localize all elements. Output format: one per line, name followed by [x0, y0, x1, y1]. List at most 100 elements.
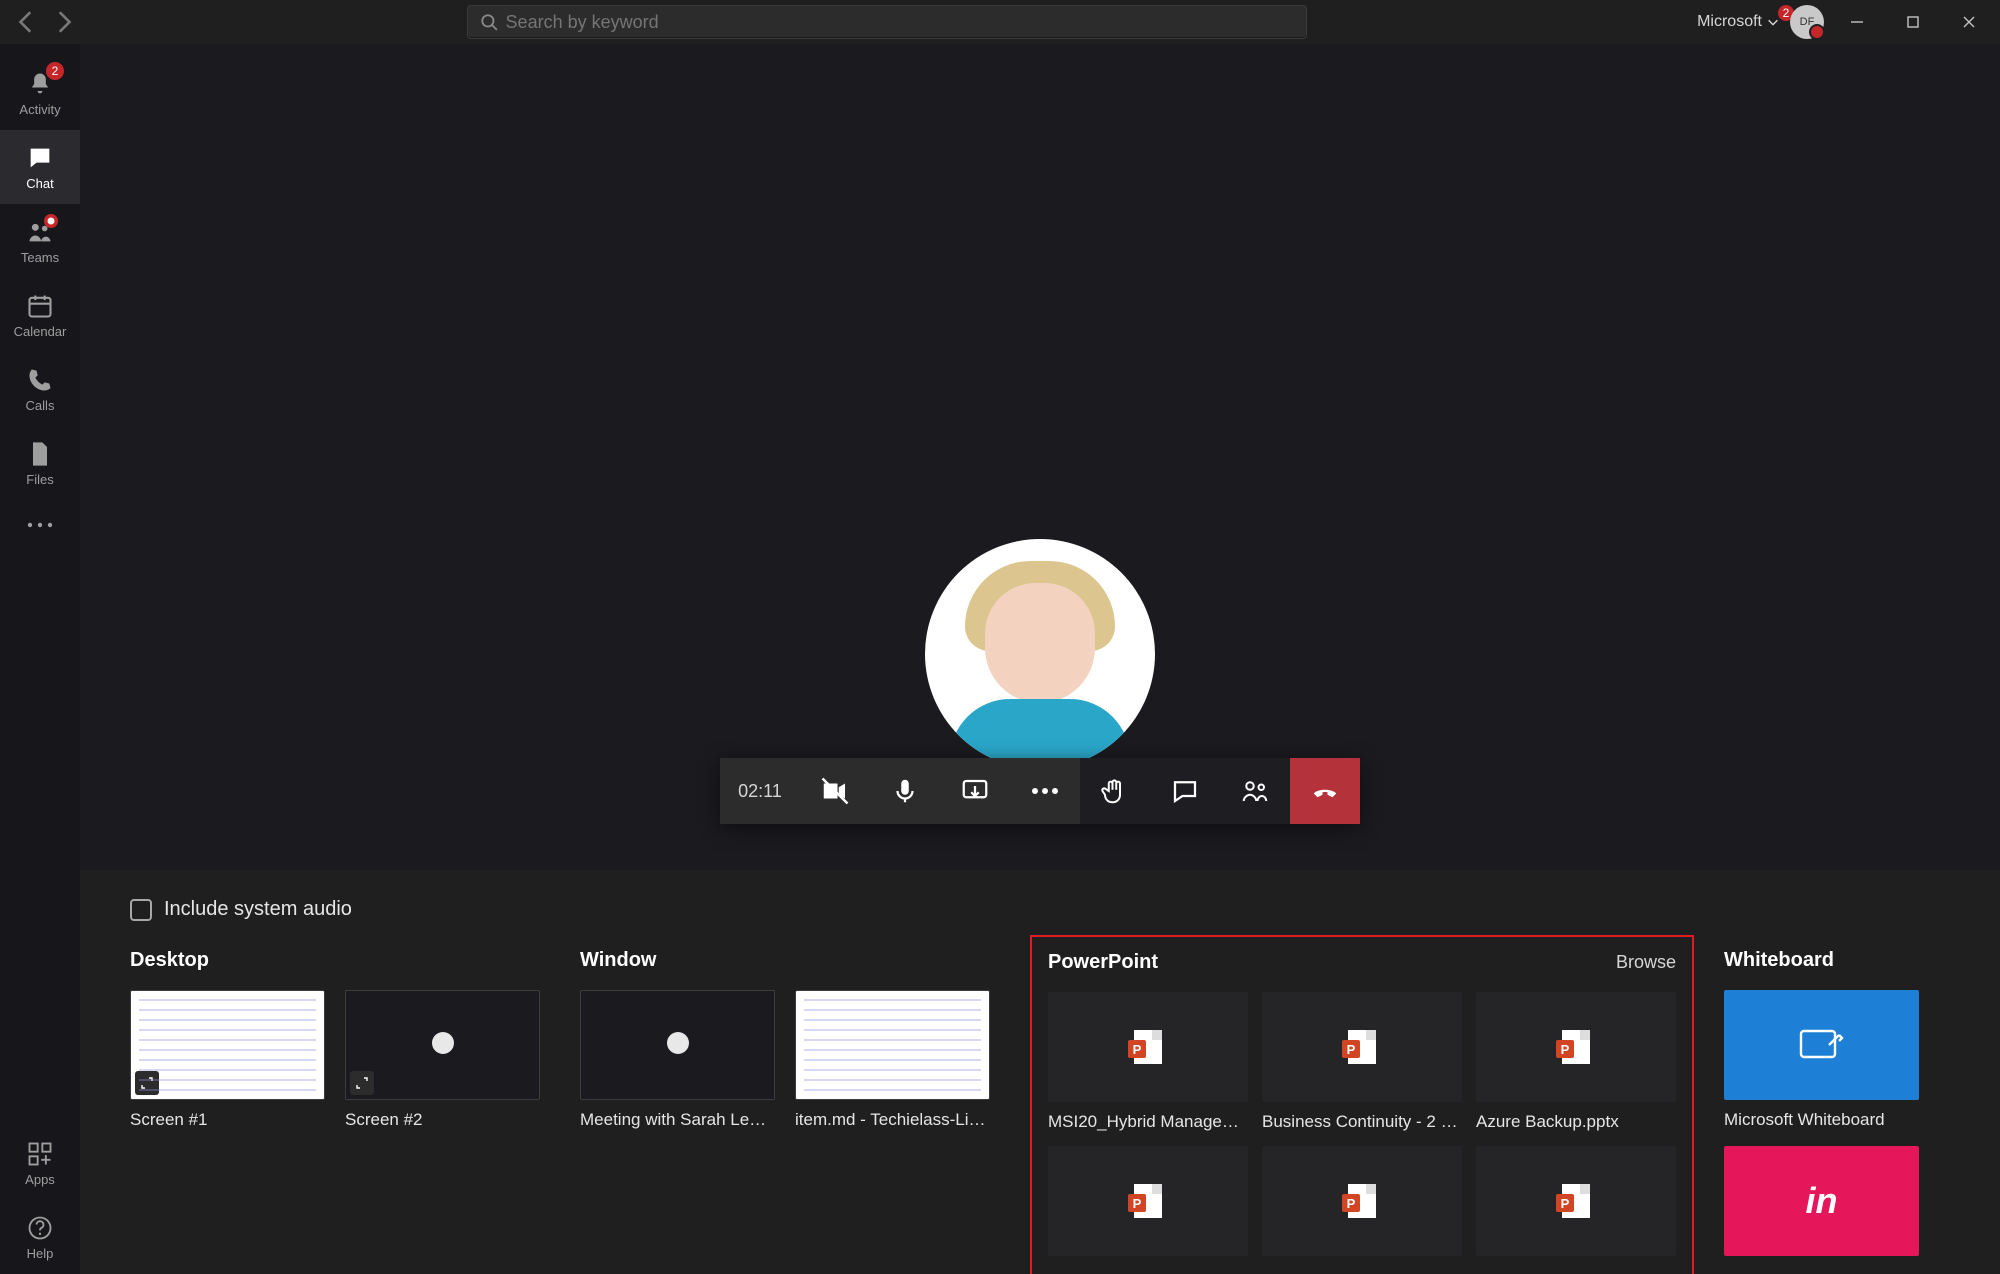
avatar-initials: DF [1800, 16, 1815, 28]
ppt-file-4[interactable] [1048, 1146, 1248, 1266]
section-heading: Whiteboard [1724, 949, 1919, 972]
section-heading: Desktop [130, 949, 550, 972]
share-section-whiteboard: Whiteboard Microsoft Whiteboard in [1724, 949, 1919, 1274]
file-icon [26, 440, 54, 468]
expand-icon [135, 1071, 159, 1095]
microphone-icon [890, 776, 920, 806]
call-more-button[interactable] [1010, 758, 1080, 824]
powerpoint-browse-button[interactable]: Browse [1616, 952, 1676, 973]
ellipsis-icon [1030, 776, 1060, 806]
app-rail: Activity 2 Chat Teams Calendar Calls Fil… [0, 44, 80, 1274]
meeting-chat-button[interactable] [1150, 758, 1220, 824]
rail-teams-badge [44, 214, 58, 228]
ppt-file-5[interactable] [1262, 1146, 1462, 1266]
mic-toggle-button[interactable] [870, 758, 940, 824]
chat-icon [26, 144, 54, 172]
rail-chat[interactable]: Chat [0, 130, 80, 204]
thumb-label: item.md - Techielass-Linu... [795, 1110, 990, 1130]
chat-icon [1170, 776, 1200, 806]
rail-activity-badge: 2 [46, 62, 64, 80]
ppt-file-6[interactable] [1476, 1146, 1676, 1266]
apps-icon [26, 1140, 54, 1168]
rail-label: Calls [26, 398, 55, 413]
whiteboard-invision[interactable]: in [1724, 1146, 1919, 1256]
thumb-label: Meeting with Sarah Lean ... [580, 1110, 775, 1130]
rail-teams[interactable]: Teams [0, 204, 80, 278]
share-tray-icon [960, 776, 990, 806]
powerpoint-icon [1134, 1030, 1162, 1064]
rail-activity[interactable]: Activity 2 [0, 56, 80, 130]
chevron-down-icon [1766, 15, 1780, 29]
share-section-window: Window Meeting with Sarah Lean ... item.… [580, 949, 1000, 1274]
share-tray: Include system audio Desktop Screen #1 S… [80, 870, 2000, 1274]
section-heading: PowerPoint [1048, 951, 1158, 974]
share-window-1[interactable]: Meeting with Sarah Lean ... [580, 990, 775, 1130]
hangup-icon [1310, 776, 1340, 806]
thumb-label: MSI20_Hybrid Managem... [1048, 1112, 1248, 1132]
window-close-button[interactable] [1946, 0, 1992, 44]
window-maximize-button[interactable] [1890, 0, 1936, 44]
share-screen-2[interactable]: Screen #2 [345, 990, 540, 1130]
rail-label: Files [26, 472, 53, 487]
section-heading: Window [580, 949, 1000, 972]
powerpoint-icon [1348, 1184, 1376, 1218]
help-icon [26, 1214, 54, 1242]
share-section-powerpoint: PowerPoint Browse MSI20_Hybrid Managem..… [1030, 935, 1694, 1274]
thumb-label: Screen #2 [345, 1110, 540, 1130]
raise-hand-button[interactable] [1080, 758, 1150, 824]
thumb-label: Azure Backup.pptx [1476, 1112, 1676, 1132]
share-window-2[interactable]: item.md - Techielass-Linu... [795, 990, 990, 1130]
expand-icon [350, 1071, 374, 1095]
system-audio-checkbox[interactable] [130, 899, 152, 921]
participant-avatar [925, 539, 1155, 769]
rail-label: Chat [26, 176, 53, 191]
rail-label: Activity [19, 102, 60, 117]
powerpoint-icon [1562, 1184, 1590, 1218]
share-screen-1[interactable]: Screen #1 [130, 990, 325, 1130]
ppt-file-3[interactable]: Azure Backup.pptx [1476, 992, 1676, 1132]
rail-apps[interactable]: Apps [0, 1126, 80, 1200]
thumb-label: Business Continuity - 2 B... [1262, 1112, 1462, 1132]
rail-calendar[interactable]: Calendar [0, 278, 80, 352]
rail-label: Help [27, 1246, 54, 1261]
whiteboard-ms[interactable]: Microsoft Whiteboard [1724, 990, 1919, 1130]
invision-icon: in [1806, 1180, 1838, 1222]
rail-help[interactable]: Help [0, 1200, 80, 1274]
camera-toggle-button[interactable] [800, 758, 870, 824]
powerpoint-icon [1348, 1030, 1376, 1064]
phone-icon [26, 366, 54, 394]
whiteboard-icon [1799, 1025, 1845, 1065]
nav-forward-button[interactable] [50, 9, 76, 35]
ppt-file-2[interactable]: Business Continuity - 2 B... [1262, 992, 1462, 1132]
rail-label: Apps [25, 1172, 55, 1187]
share-section-desktop: Desktop Screen #1 Screen #2 [130, 949, 550, 1274]
title-bar: Microsoft 2 DF [0, 0, 2000, 44]
thumb-label: Microsoft Whiteboard [1724, 1110, 1919, 1130]
call-stage: 02:11 [80, 44, 2000, 870]
search-input[interactable] [498, 12, 1294, 33]
rail-more-button[interactable] [0, 500, 80, 550]
search-icon [480, 13, 498, 31]
thumb-label: Screen #1 [130, 1110, 325, 1130]
profile-avatar[interactable]: DF [1790, 5, 1824, 39]
rail-label: Teams [21, 250, 59, 265]
people-icon [1240, 776, 1270, 806]
hangup-button[interactable] [1290, 758, 1360, 824]
system-audio-label: Include system audio [164, 898, 352, 921]
rail-files[interactable]: Files [0, 426, 80, 500]
window-minimize-button[interactable] [1834, 0, 1880, 44]
powerpoint-icon [1134, 1184, 1162, 1218]
search-bar[interactable] [467, 5, 1307, 39]
call-timer: 02:11 [720, 758, 800, 824]
share-toggle-button[interactable] [940, 758, 1010, 824]
org-switcher[interactable]: Microsoft 2 [1697, 13, 1780, 31]
rail-calls[interactable]: Calls [0, 352, 80, 426]
powerpoint-icon [1562, 1030, 1590, 1064]
nav-back-button[interactable] [14, 9, 40, 35]
hand-icon [1100, 776, 1130, 806]
rail-label: Calendar [14, 324, 67, 339]
ppt-file-1[interactable]: MSI20_Hybrid Managem... [1048, 992, 1248, 1132]
participants-button[interactable] [1220, 758, 1290, 824]
org-label: Microsoft [1697, 13, 1762, 31]
call-control-bar: 02:11 [720, 758, 1360, 824]
